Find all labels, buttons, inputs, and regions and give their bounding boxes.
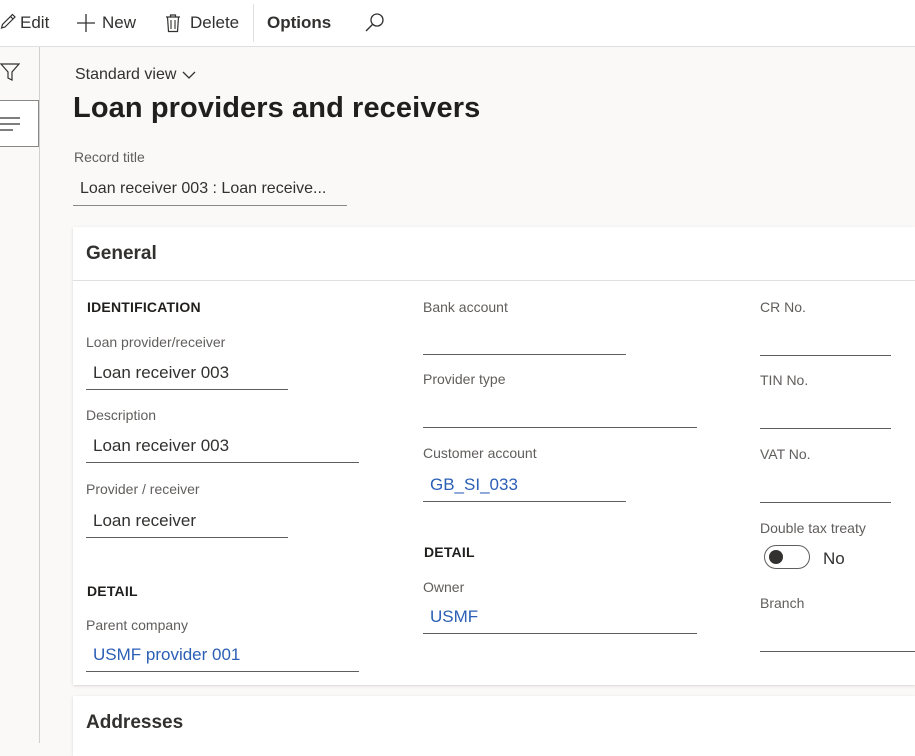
delete-button[interactable]: Delete bbox=[165, 0, 239, 46]
tin-no-field[interactable] bbox=[760, 397, 891, 429]
branch-field[interactable] bbox=[760, 620, 915, 652]
parent-company-field[interactable]: USMF provider 001 bbox=[86, 640, 359, 672]
provider-receiver-label: Loan provider/receiver bbox=[86, 334, 226, 350]
edit-label: Edit bbox=[20, 13, 50, 32]
new-label: New bbox=[102, 13, 137, 32]
provider-receiver-dropdown[interactable]: Loan receiver bbox=[86, 506, 288, 538]
provider-type-selector-label: Provider / receiver bbox=[86, 481, 200, 497]
cr-no-label: CR No. bbox=[760, 299, 806, 315]
edit-button[interactable]: Edit bbox=[0, 0, 49, 46]
toggle-knob bbox=[769, 550, 783, 564]
double-tax-treaty-value: No bbox=[823, 549, 845, 568]
search-button[interactable] bbox=[364, 0, 386, 46]
customer-account-label: Customer account bbox=[423, 445, 537, 461]
owner-label: Owner bbox=[423, 579, 465, 595]
cr-no-field[interactable] bbox=[760, 324, 891, 356]
view-selector[interactable]: Standard view bbox=[75, 66, 196, 84]
general-fasttab: General IDENTIFICATION Loan provider/rec… bbox=[73, 227, 915, 685]
filter-button[interactable] bbox=[0, 61, 21, 83]
chevron-down-icon bbox=[182, 71, 196, 79]
page-title: Loan providers and receivers bbox=[73, 92, 481, 124]
provider-type-field[interactable] bbox=[423, 396, 697, 428]
detail-heading-middle: DETAIL bbox=[424, 544, 475, 560]
options-label: Options bbox=[267, 13, 332, 32]
bank-account-field[interactable] bbox=[423, 323, 626, 355]
description-field[interactable]: Loan receiver 003 bbox=[86, 431, 359, 463]
pencil-icon bbox=[0, 13, 16, 29]
customer-account-field[interactable]: GB_SI_033 bbox=[423, 470, 626, 502]
owner-field[interactable]: USMF bbox=[423, 602, 697, 634]
delete-label: Delete bbox=[190, 13, 240, 32]
vat-no-field[interactable] bbox=[760, 471, 891, 503]
tin-no-label: TIN No. bbox=[760, 372, 809, 388]
provider-type-label: Provider type bbox=[423, 371, 506, 387]
plus-icon bbox=[77, 14, 95, 32]
filter-icon bbox=[0, 63, 21, 81]
left-rail bbox=[0, 47, 40, 743]
record-title-label: Record title bbox=[74, 149, 145, 165]
action-pane: Edit New Delete Options bbox=[0, 0, 915, 47]
double-tax-treaty-label: Double tax treaty bbox=[760, 520, 866, 536]
options-tab[interactable]: Options bbox=[267, 0, 331, 46]
vat-no-label: VAT No. bbox=[760, 446, 811, 462]
description-label: Description bbox=[86, 407, 157, 423]
bank-account-label: Bank account bbox=[423, 299, 508, 315]
detail-heading-left: DETAIL bbox=[87, 583, 138, 599]
view-label: Standard view bbox=[75, 66, 177, 83]
general-header[interactable]: General bbox=[73, 227, 915, 281]
general-title: General bbox=[86, 243, 157, 264]
addresses-title: Addresses bbox=[86, 712, 184, 733]
record-title-field[interactable]: Loan receiver 003 : Loan receive... bbox=[73, 174, 347, 206]
toolbar-divider bbox=[253, 4, 254, 42]
double-tax-treaty-toggle[interactable] bbox=[764, 545, 810, 569]
new-button[interactable]: New bbox=[76, 0, 136, 46]
branch-label: Branch bbox=[760, 595, 805, 611]
list-lines-icon bbox=[0, 117, 20, 131]
parent-company-label: Parent company bbox=[86, 617, 188, 633]
identification-heading: IDENTIFICATION bbox=[87, 299, 201, 315]
provider-receiver-field[interactable]: Loan receiver 003 bbox=[86, 358, 288, 390]
addresses-fasttab[interactable]: Addresses bbox=[73, 696, 915, 756]
search-icon bbox=[365, 13, 384, 32]
list-view-button[interactable] bbox=[0, 100, 39, 147]
trash-icon bbox=[166, 14, 180, 33]
